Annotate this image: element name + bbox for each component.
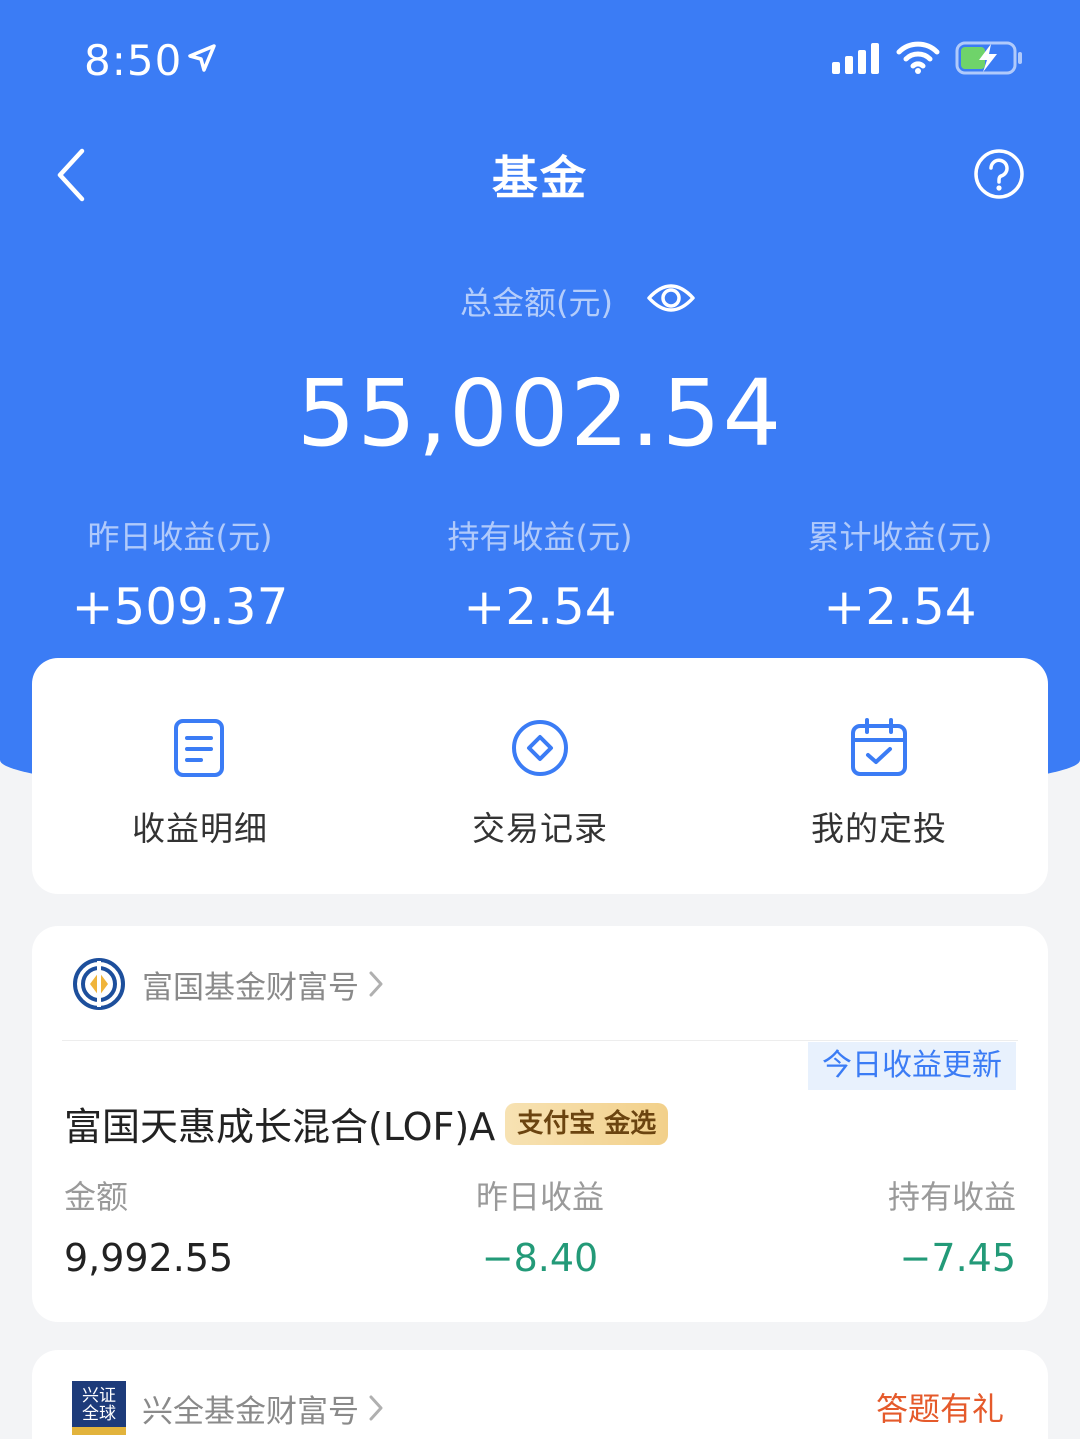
fund-amount: 金额 9,992.55	[64, 1172, 233, 1280]
battery-charging-icon	[955, 41, 1022, 75]
fund-card-fuguo[interactable]: 富国基金财富号 今日收益更新 富国天惠成长混合(LOF)A 支付宝 金选 金额 …	[32, 926, 1048, 1322]
action-label: 交易记录	[472, 809, 608, 848]
chevron-right-icon	[369, 1395, 383, 1421]
quick-actions-card: 收益明细 交易记录 我的定投	[32, 658, 1048, 894]
cellular-signal-icon	[832, 43, 879, 74]
provider-name: 富国基金财富号	[142, 969, 359, 1006]
stat-label: 持有收益(元)	[447, 518, 633, 556]
fund-yesterday-income: 昨日收益 −8.40	[390, 1172, 690, 1280]
fund-holding-label: 持有收益	[887, 1178, 1016, 1216]
chevron-right-icon	[369, 971, 383, 997]
location-arrow-icon	[188, 44, 216, 72]
diamond-circle-icon	[512, 720, 568, 776]
quiz-gift-link[interactable]: 答题有礼	[876, 1384, 1004, 1430]
fund-yesterday-value: −8.40	[481, 1236, 599, 1280]
fund-yesterday-label: 昨日收益	[475, 1178, 604, 1216]
action-label: 收益明细	[132, 809, 268, 848]
fuguo-logo-icon	[73, 958, 125, 1010]
provider-link-xingquan[interactable]: 兴证全球 兴全基金财富号	[72, 1380, 385, 1436]
document-icon	[174, 719, 224, 777]
stat-label: 累计收益(元)	[807, 518, 993, 556]
xingquan-logo-text: 兴证全球	[82, 1386, 116, 1424]
stat-value: +2.54	[823, 578, 977, 636]
page-title: 基金	[492, 151, 588, 205]
provider-name: 兴全基金财富号	[142, 1393, 359, 1430]
help-icon[interactable]	[972, 147, 1026, 201]
alipay-selected-tag: 支付宝 金选	[505, 1102, 669, 1145]
stat-yesterday: 昨日收益(元) +509.37	[0, 512, 360, 636]
total-amount-value: 55,002.54	[296, 360, 784, 467]
fund-amount-value: 9,992.55	[64, 1236, 234, 1280]
xingquan-logo: 兴证全球	[72, 1381, 126, 1435]
stat-cumulative: 累计收益(元) +2.54	[720, 512, 1080, 636]
action-label: 我的定投	[811, 809, 947, 848]
fund-name: 富国天惠成长混合(LOF)A	[64, 1105, 496, 1149]
provider-link-fuguo[interactable]: 富国基金财富号	[72, 956, 385, 1012]
status-bar: 8:50	[0, 0, 1080, 120]
stat-label: 昨日收益(元)	[87, 518, 273, 556]
fund-holding-value: −7.45	[899, 1236, 1016, 1280]
update-badge: 今日收益更新	[808, 1042, 1016, 1090]
stat-holding: 持有收益(元) +2.54	[360, 512, 720, 636]
fund-name-row: 富国天惠成长混合(LOF)A 支付宝 金选	[64, 1096, 669, 1151]
eye-icon[interactable]	[646, 278, 696, 318]
total-amount-label: 总金额(元)	[460, 284, 613, 322]
income-detail-button[interactable]: 收益明细	[50, 718, 350, 850]
stat-value: +509.37	[71, 578, 289, 636]
stat-value: +2.54	[463, 578, 617, 636]
status-time: 8:50	[84, 36, 183, 85]
transaction-record-button[interactable]: 交易记录	[390, 718, 690, 850]
wifi-icon	[896, 41, 940, 74]
fund-card-xingquan[interactable]: 兴证全球 兴全基金财富号 答题有礼	[32, 1350, 1048, 1439]
fund-holding-income: 持有收益 −7.45	[888, 1172, 1016, 1280]
fund-amount-label: 金额	[64, 1178, 129, 1216]
divider	[62, 1040, 1018, 1041]
calendar-check-icon	[851, 718, 907, 776]
my-auto-invest-button[interactable]: 我的定投	[729, 718, 1029, 850]
